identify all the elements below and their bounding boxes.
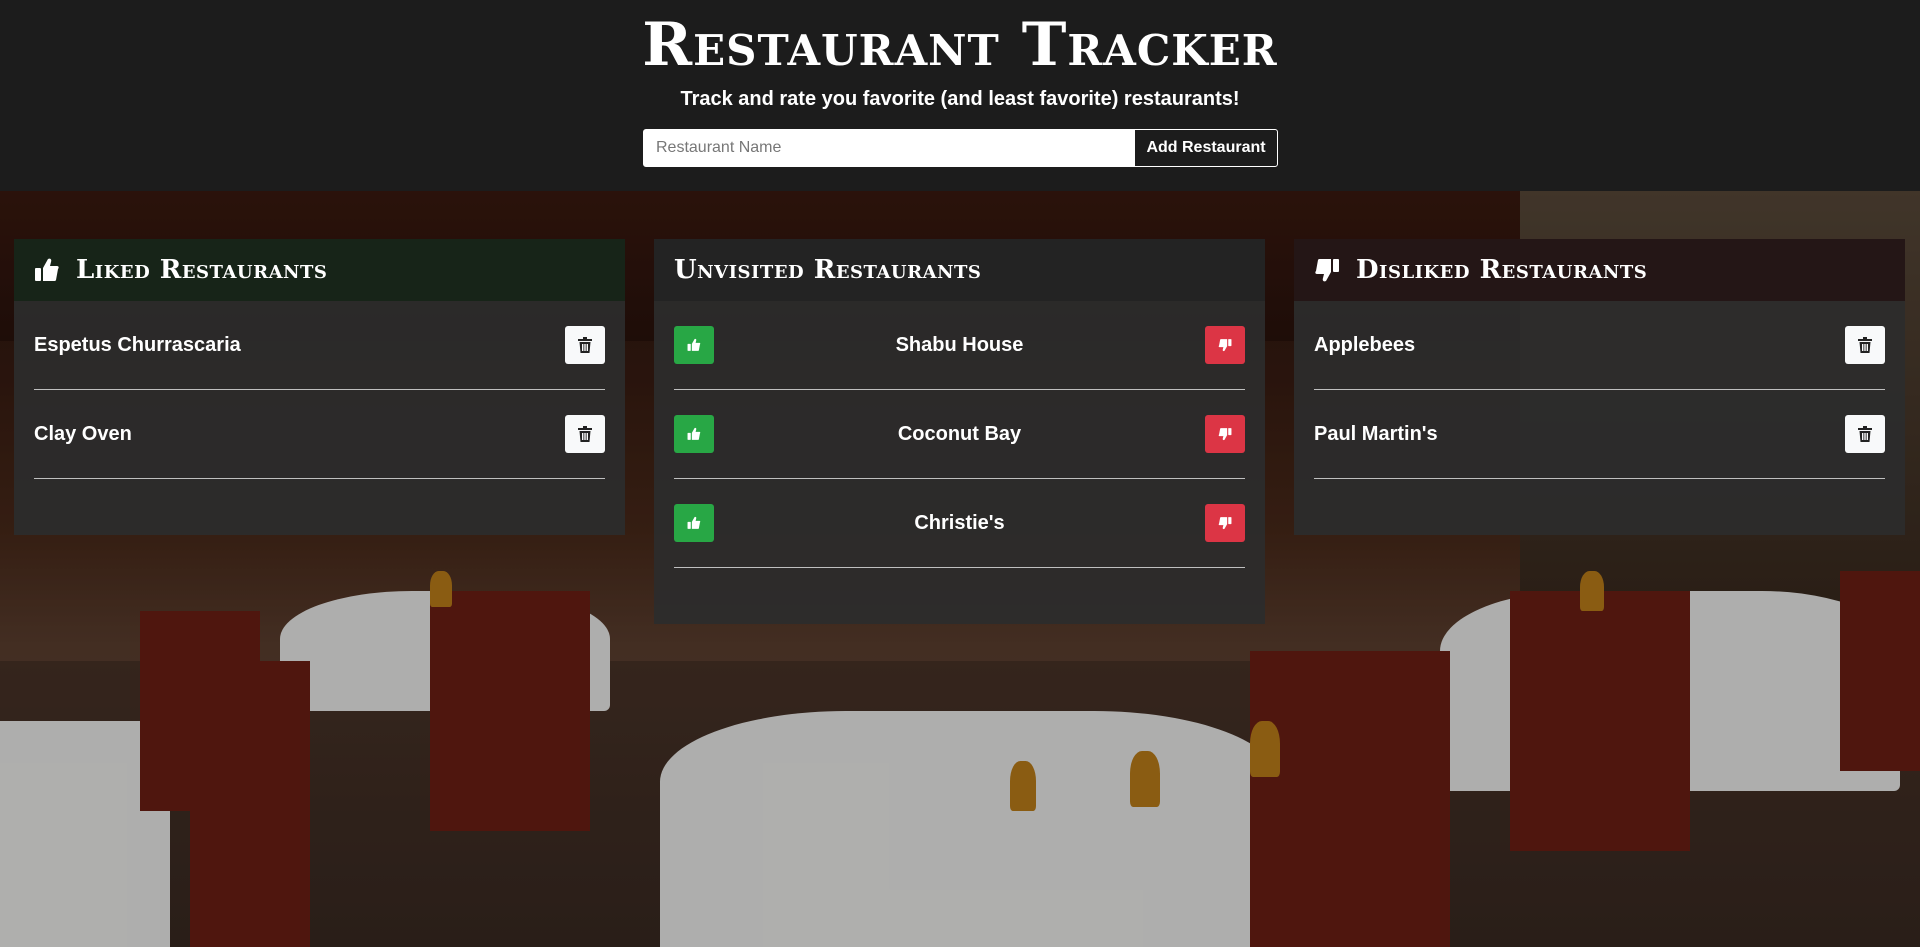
disliked-list: Applebees Paul Martin's (1294, 301, 1905, 479)
list-item: Applebees (1314, 301, 1885, 390)
thumbs-up-icon (34, 257, 60, 283)
restaurant-name: Coconut Bay (897, 422, 1022, 445)
add-restaurant-form: Add Restaurant (643, 129, 1278, 167)
delete-button[interactable] (565, 326, 605, 364)
restaurant-name: Applebees (1314, 333, 1416, 356)
trash-icon (1858, 426, 1872, 442)
list-item: Paul Martin's (1314, 390, 1885, 479)
restaurant-name: Clay Oven (34, 422, 132, 445)
like-button[interactable] (674, 415, 714, 453)
restaurant-name: Paul Martin's (1314, 422, 1438, 445)
liked-restaurants-panel: Liked Restaurants Espetus Churrascaria C… (14, 239, 625, 535)
list-item: Christie's (674, 479, 1245, 568)
dislike-button[interactable] (1205, 415, 1245, 453)
add-restaurant-button[interactable]: Add Restaurant (1134, 129, 1278, 167)
app-header: Restaurant Tracker Track and rate you fa… (0, 0, 1920, 191)
restaurant-name: Christie's (914, 511, 1005, 534)
liked-panel-header: Liked Restaurants (14, 239, 625, 301)
thumbs-down-icon (1218, 339, 1232, 352)
trash-icon (578, 337, 592, 353)
page-subtitle: Track and rate you favorite (and least f… (680, 88, 1240, 110)
list-item: Coconut Bay (674, 390, 1245, 479)
liked-list: Espetus Churrascaria Clay Oven (14, 301, 625, 479)
page-title: Restaurant Tracker (642, 10, 1278, 80)
thumbs-up-icon (687, 338, 701, 351)
disliked-panel-header: Disliked Restaurants (1294, 239, 1905, 301)
liked-panel-title: Liked Restaurants (76, 255, 328, 285)
disliked-restaurants-panel: Disliked Restaurants Applebees Paul Mart… (1294, 239, 1905, 535)
restaurant-name: Espetus Churrascaria (34, 333, 241, 356)
list-item: Espetus Churrascaria (34, 301, 605, 390)
dislike-button[interactable] (1205, 504, 1245, 542)
like-button[interactable] (674, 326, 714, 364)
unvisited-restaurants-panel: Unvisited Restaurants Shabu House Coconu… (654, 239, 1265, 624)
like-button[interactable] (674, 504, 714, 542)
unvisited-panel-header: Unvisited Restaurants (654, 239, 1265, 301)
unvisited-panel-title: Unvisited Restaurants (674, 255, 982, 285)
thumbs-down-icon (1314, 257, 1340, 283)
dislike-button[interactable] (1205, 326, 1245, 364)
trash-icon (1858, 337, 1872, 353)
delete-button[interactable] (1845, 415, 1885, 453)
list-item: Clay Oven (34, 390, 605, 479)
list-item: Shabu House (674, 301, 1245, 390)
disliked-panel-title: Disliked Restaurants (1356, 255, 1648, 285)
delete-button[interactable] (1845, 326, 1885, 364)
thumbs-up-icon (687, 516, 701, 529)
thumbs-down-icon (1218, 428, 1232, 441)
trash-icon (578, 426, 592, 442)
thumbs-down-icon (1218, 517, 1232, 530)
delete-button[interactable] (565, 415, 605, 453)
restaurant-name-input[interactable] (643, 129, 1134, 167)
unvisited-list: Shabu House Coconut Bay Christie's (654, 301, 1265, 568)
thumbs-up-icon (687, 427, 701, 440)
restaurant-name: Shabu House (895, 333, 1024, 356)
